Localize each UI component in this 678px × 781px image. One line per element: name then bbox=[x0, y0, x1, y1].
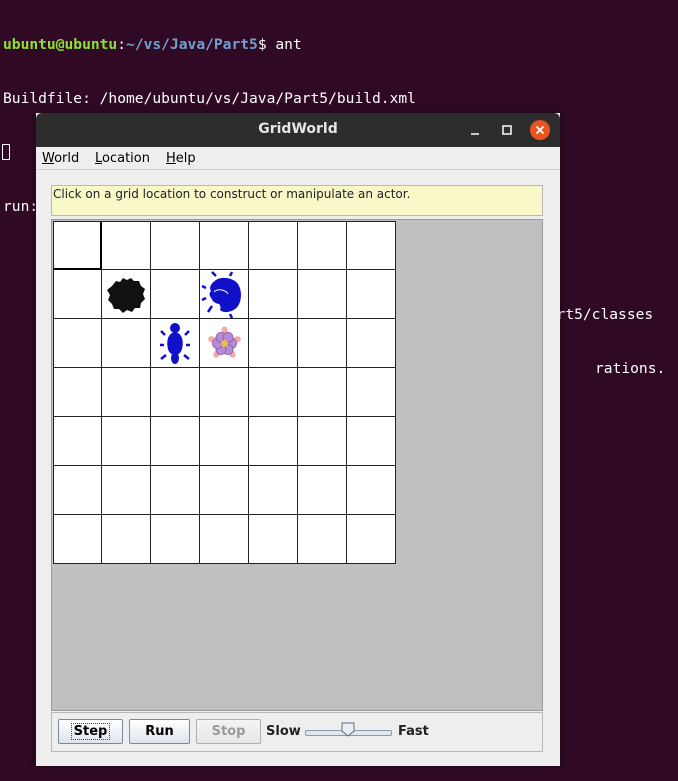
grid-cell[interactable] bbox=[151, 221, 200, 270]
grid-cell[interactable] bbox=[151, 466, 200, 515]
grid-cell[interactable] bbox=[151, 368, 200, 417]
grid-cell[interactable] bbox=[249, 270, 298, 319]
menu-bar: World Location Help bbox=[36, 147, 560, 170]
gridworld-window: GridWorld World Location Help Click on a… bbox=[36, 113, 560, 766]
menu-location[interactable]: Location bbox=[95, 151, 150, 166]
run-button[interactable]: Run bbox=[129, 719, 190, 744]
menu-help[interactable]: Help bbox=[166, 151, 196, 166]
prompt-command: $ ant bbox=[257, 36, 302, 53]
grid-cell[interactable] bbox=[347, 319, 396, 368]
minimize-icon[interactable] bbox=[464, 119, 486, 141]
menu-world[interactable]: World bbox=[42, 151, 79, 166]
grid-cell[interactable] bbox=[53, 466, 102, 515]
prompt-path: ~/vs/Java/Part5 bbox=[126, 36, 258, 53]
title-bar[interactable]: GridWorld bbox=[36, 113, 560, 147]
grid-cell[interactable] bbox=[102, 270, 151, 319]
grid-cell[interactable] bbox=[151, 417, 200, 466]
grid-cell[interactable] bbox=[102, 221, 151, 270]
grid-cell[interactable] bbox=[249, 319, 298, 368]
grid-cell[interactable] bbox=[200, 319, 249, 368]
grid-cell[interactable] bbox=[102, 417, 151, 466]
world-grid[interactable] bbox=[53, 221, 396, 564]
grid-cell[interactable] bbox=[53, 515, 102, 564]
grid-cell[interactable] bbox=[347, 368, 396, 417]
grid-cell[interactable] bbox=[200, 368, 249, 417]
stop-button[interactable]: Stop bbox=[196, 719, 261, 744]
grid-cell[interactable] bbox=[53, 270, 102, 319]
prompt-separator: : bbox=[117, 36, 127, 53]
grid-cell[interactable] bbox=[53, 319, 102, 368]
grid-cell[interactable] bbox=[347, 221, 396, 270]
grid-cell[interactable] bbox=[200, 417, 249, 466]
grid-cell[interactable] bbox=[347, 270, 396, 319]
grid-cell[interactable] bbox=[249, 368, 298, 417]
grid-cell[interactable] bbox=[151, 515, 200, 564]
grid-cell[interactable] bbox=[249, 221, 298, 270]
grid-cell[interactable] bbox=[200, 466, 249, 515]
grid-cell[interactable] bbox=[298, 270, 347, 319]
message-area: Click on a grid location to construct or… bbox=[51, 185, 543, 216]
grid-cell[interactable] bbox=[53, 368, 102, 417]
grid-cell[interactable] bbox=[200, 221, 249, 270]
grid-cell[interactable] bbox=[200, 515, 249, 564]
grid-cell[interactable] bbox=[298, 368, 347, 417]
grid-cell[interactable] bbox=[102, 319, 151, 368]
grid-cell[interactable] bbox=[249, 417, 298, 466]
grid-cell[interactable] bbox=[298, 221, 347, 270]
grid-cell[interactable] bbox=[298, 417, 347, 466]
grid-cell[interactable] bbox=[249, 515, 298, 564]
close-icon[interactable] bbox=[530, 120, 550, 140]
grid-cell[interactable] bbox=[151, 270, 200, 319]
grid-cell[interactable] bbox=[298, 319, 347, 368]
slow-label: Slow bbox=[266, 724, 301, 739]
grid-cell[interactable] bbox=[102, 466, 151, 515]
grid-cell[interactable] bbox=[151, 319, 200, 368]
grid-cell[interactable] bbox=[102, 368, 151, 417]
grid-cell[interactable] bbox=[298, 466, 347, 515]
control-panel: Step Run Stop Slow Fast bbox=[51, 712, 543, 752]
grid-cell[interactable] bbox=[53, 417, 102, 466]
grid-cell[interactable] bbox=[249, 466, 298, 515]
prompt-user: ubuntu@ubuntu bbox=[3, 36, 118, 53]
grid-cell[interactable] bbox=[53, 221, 102, 270]
terminal-line: Buildfile: /home/ubuntu/vs/Java/Part5/bu… bbox=[3, 90, 416, 107]
grid-cell[interactable] bbox=[347, 417, 396, 466]
grid-cell[interactable] bbox=[347, 466, 396, 515]
grid-cell[interactable] bbox=[298, 515, 347, 564]
fast-label: Fast bbox=[398, 724, 429, 739]
grid-cell[interactable] bbox=[200, 270, 249, 319]
terminal-prompt-line: ubuntu@ubuntu:~/vs/Java/Part5$ ant bbox=[3, 36, 678, 54]
step-button[interactable]: Step bbox=[58, 719, 123, 744]
grid-cell[interactable] bbox=[102, 515, 151, 564]
grid-scroll-area[interactable] bbox=[51, 219, 543, 711]
grid-cell[interactable] bbox=[347, 515, 396, 564]
maximize-icon[interactable] bbox=[496, 119, 518, 141]
terminal-cursor bbox=[2, 144, 10, 160]
speed-slider-thumb[interactable] bbox=[341, 722, 355, 737]
